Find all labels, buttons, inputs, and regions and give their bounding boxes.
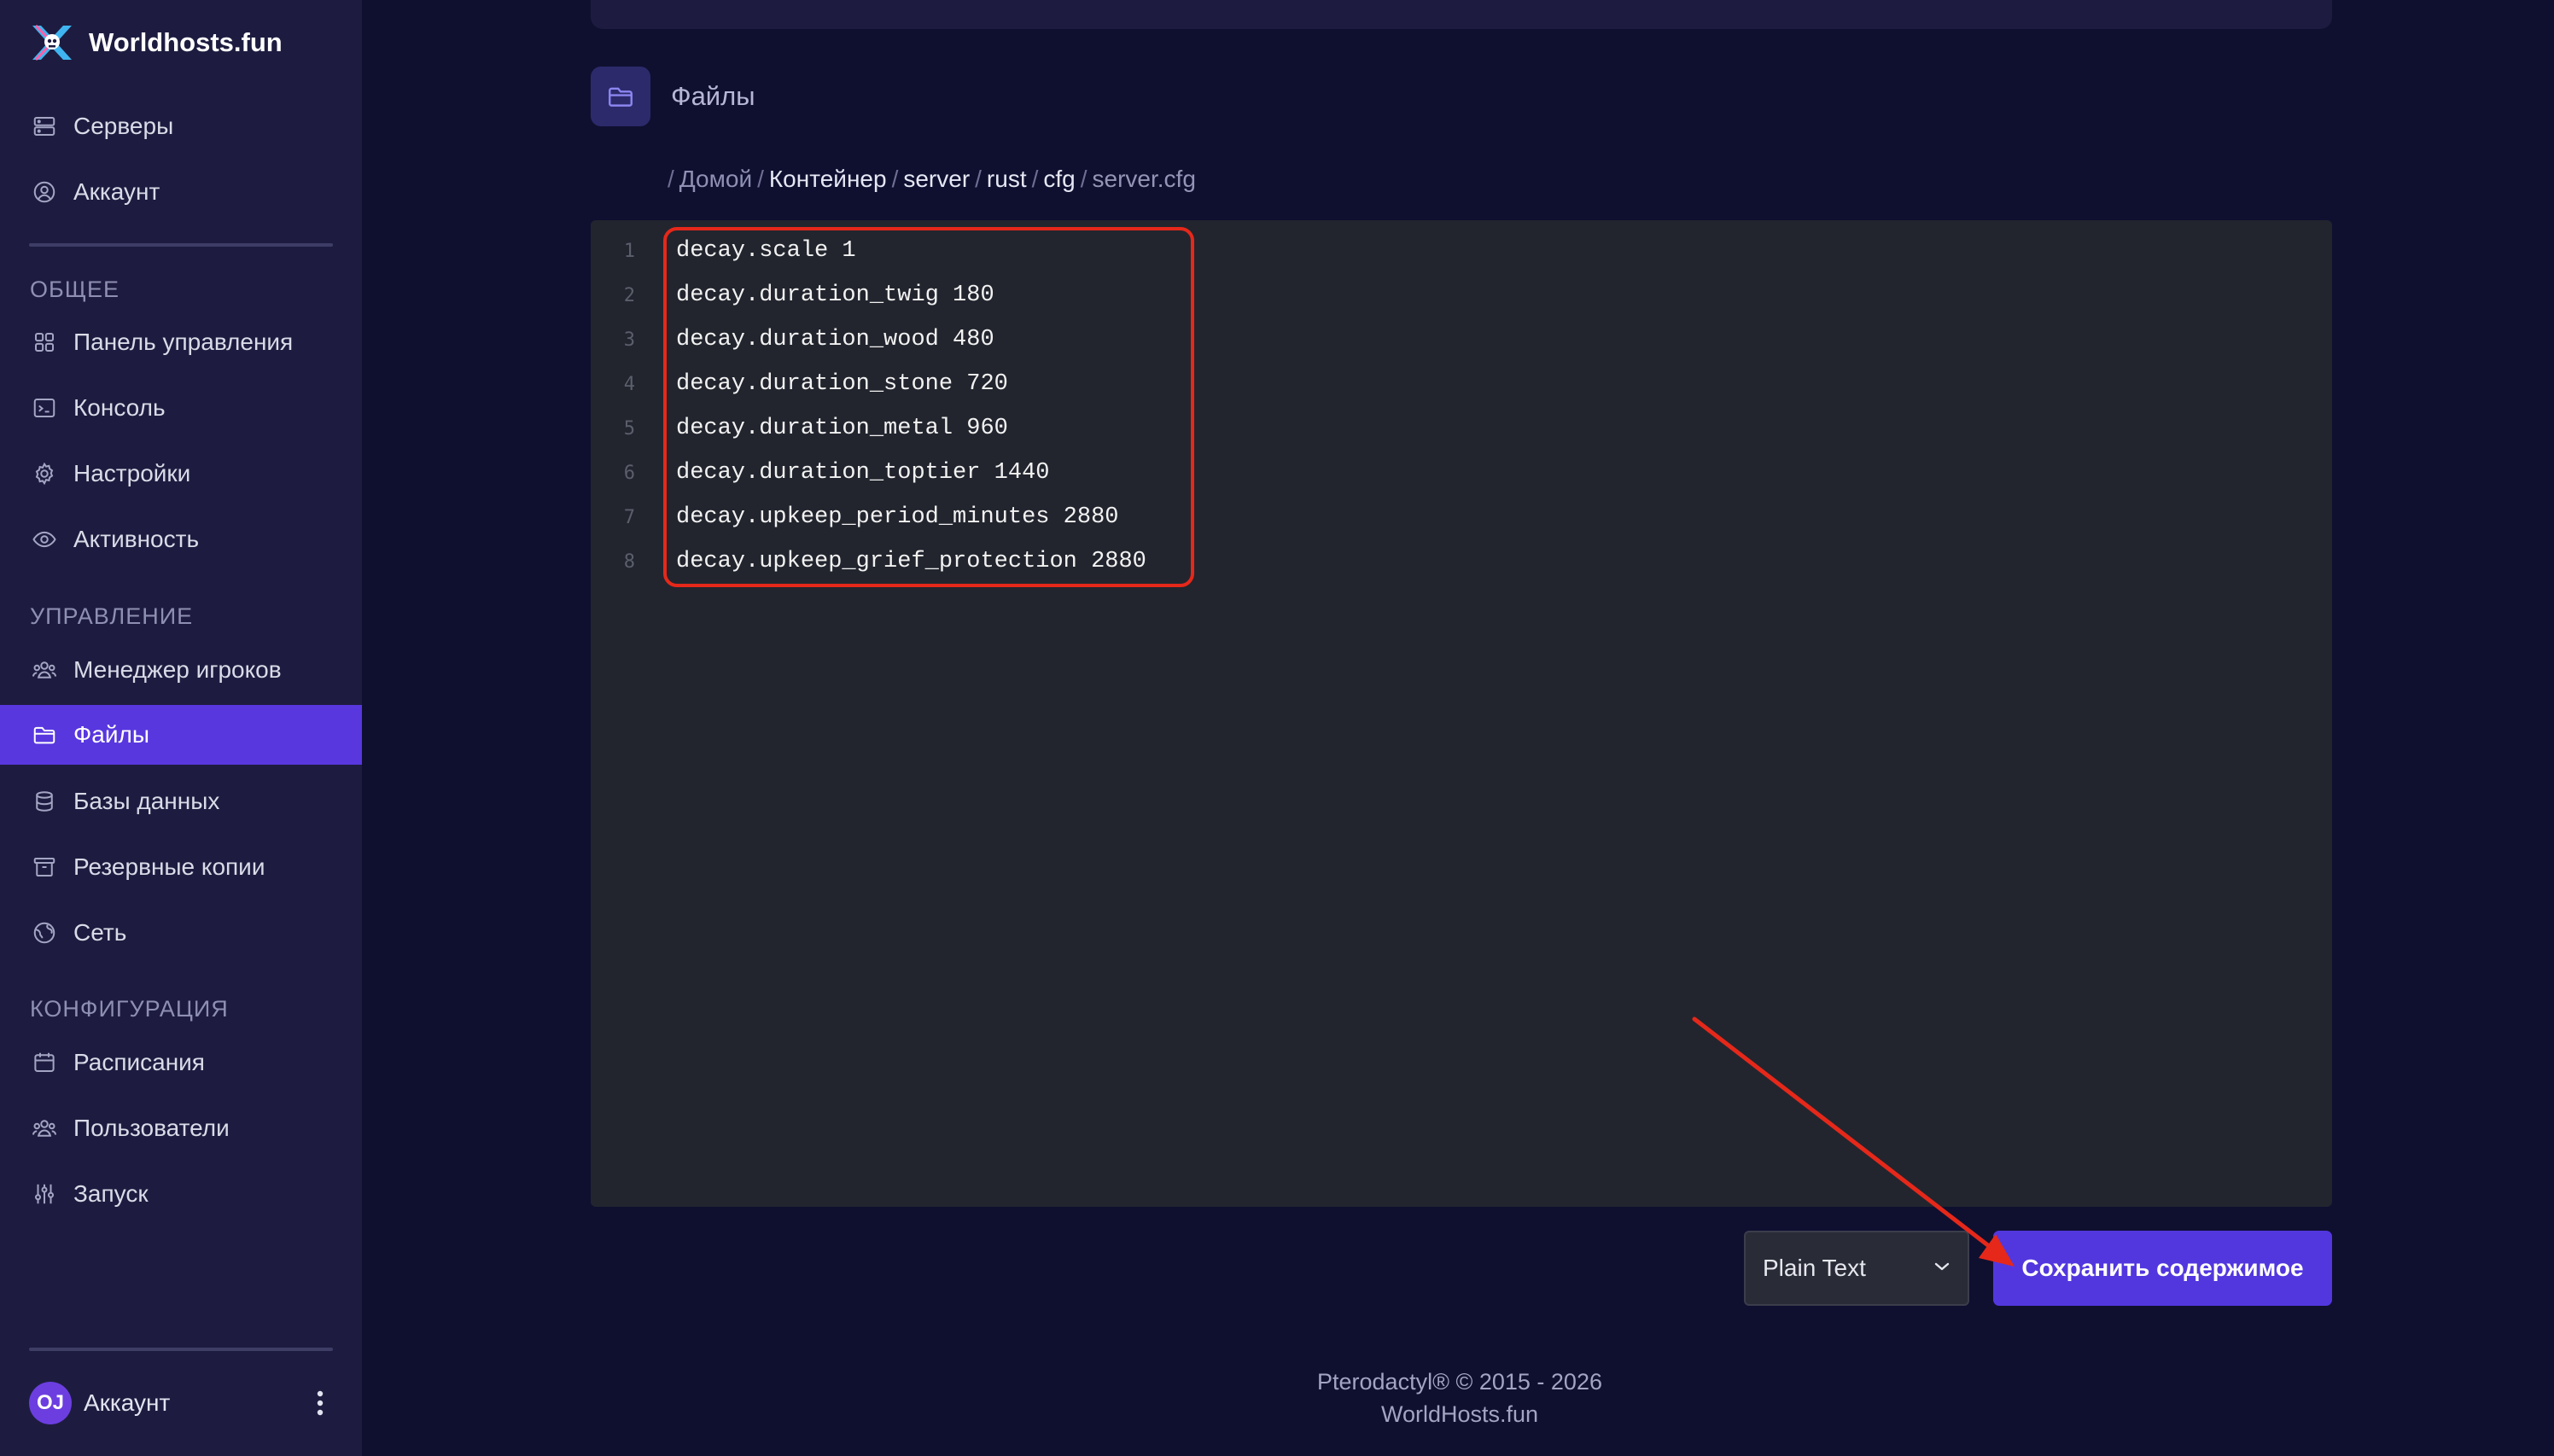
sidebar-item-label: Активность	[73, 526, 200, 552]
section-title-management: УПРАВЛЕНИЕ	[30, 603, 194, 629]
line-number: 1	[623, 240, 635, 262]
breadcrumb-separator: /	[891, 166, 899, 192]
language-select-value: Plain Text	[1763, 1255, 1866, 1281]
sidebar-item-label: Панель управления	[73, 329, 294, 355]
sidebar-item-label: Запуск	[73, 1180, 149, 1207]
line-number: 8	[623, 550, 635, 573]
sidebar-item-console[interactable]: Консоль	[0, 378, 362, 438]
sidebar-item-label: Резервные копии	[73, 853, 265, 880]
brand[interactable]: Worldhosts.fun	[29, 22, 283, 63]
sidebar-item-activity[interactable]: Активность	[0, 510, 362, 569]
section-title-general: ОБЩЕЕ	[30, 277, 120, 302]
kebab-menu-icon[interactable]	[307, 1384, 333, 1422]
breadcrumb-cfg[interactable]: cfg	[1043, 166, 1075, 193]
footer-site: WorldHosts.fun	[1380, 1401, 1539, 1427]
sidebar-item-label: Базы данных	[73, 788, 220, 814]
breadcrumb-separator: /	[1031, 166, 1039, 192]
sidebar-item-label: Консоль	[73, 394, 166, 421]
server-icon	[31, 113, 58, 140]
breadcrumb-separator: /	[975, 166, 982, 192]
dashboard-grid-icon	[31, 329, 58, 356]
breadcrumb-separator: /	[757, 166, 764, 192]
footer-copyright: Pterodactyl® © 2015 - 2026	[1317, 1369, 1602, 1395]
sidebar-item-label: Серверы	[73, 113, 174, 139]
calendar-icon	[31, 1049, 58, 1076]
gear-icon	[31, 460, 58, 487]
language-select[interactable]: Plain Text	[1744, 1231, 1969, 1306]
breadcrumb: / Домой / Контейнер / server / rust / cf…	[662, 162, 1196, 196]
users-icon	[31, 1115, 58, 1142]
breadcrumb-rust[interactable]: rust	[987, 166, 1027, 193]
terminal-icon	[31, 394, 58, 422]
breadcrumb-container[interactable]: Контейнер	[769, 166, 887, 193]
sidebar-item-label: Менеджер игроков	[73, 656, 282, 683]
sidebar-item-label: Расписания	[73, 1049, 205, 1075]
sidebar-item-label: Настройки	[73, 460, 191, 486]
folder-icon	[31, 721, 58, 748]
line-number: 5	[623, 417, 635, 440]
sidebar-item-schedules[interactable]: Расписания	[0, 1033, 362, 1092]
section-title-configuration: КОНФИГУРАЦИЯ	[30, 996, 229, 1022]
line-number: 2	[623, 284, 635, 306]
page-footer: Pterodactyl® © 2015 - 2026 WorldHosts.fu…	[1204, 1366, 1716, 1430]
line-number: 4	[623, 373, 635, 395]
brand-name: Worldhosts.fun	[89, 27, 283, 57]
chevron-down-icon	[1933, 1261, 1950, 1277]
app-root: Worldhosts.fun Серверы Аккаунт ОБЩЕЕ Пан…	[0, 0, 2554, 1456]
sidebar-account[interactable]: OJ Аккаунт	[29, 1379, 333, 1427]
sidebar-item-label: Пользователи	[73, 1115, 230, 1141]
account-name: Аккаунт	[84, 1389, 171, 1416]
sidebar-item-databases[interactable]: Базы данных	[0, 772, 362, 831]
breadcrumb-home[interactable]: Домой	[679, 166, 752, 193]
sidebar-item-users[interactable]: Пользователи	[0, 1098, 362, 1158]
sidebar-item-servers[interactable]: Серверы	[0, 96, 362, 156]
database-icon	[31, 788, 58, 815]
sliders-icon	[31, 1180, 58, 1208]
breadcrumb-separator: /	[668, 166, 674, 192]
save-content-button[interactable]: Сохранить содержимое	[1993, 1231, 2332, 1306]
page-header: Файлы	[591, 67, 755, 126]
sidebar-item-dashboard[interactable]: Панель управления	[0, 312, 362, 372]
sidebar-item-label: Сеть	[73, 919, 127, 946]
worldhosts-logo-icon	[29, 22, 75, 63]
eye-icon	[31, 526, 58, 553]
folder-open-icon	[591, 67, 650, 126]
avatar: OJ	[29, 1382, 72, 1424]
user-circle-icon	[31, 178, 58, 206]
line-number: 7	[623, 506, 635, 528]
breadcrumb-server[interactable]: server	[903, 166, 970, 193]
sidebar-item-settings[interactable]: Настройки	[0, 444, 362, 504]
sidebar-divider	[29, 243, 333, 247]
sidebar-item-files[interactable]: Файлы	[0, 705, 362, 765]
globe-icon	[31, 919, 58, 946]
sidebar: Worldhosts.fun Серверы Аккаунт ОБЩЕЕ Пан…	[0, 0, 362, 1456]
page-title: Файлы	[671, 81, 755, 111]
sidebar-item-account[interactable]: Аккаунт	[0, 162, 362, 222]
sidebar-item-startup[interactable]: Запуск	[0, 1164, 362, 1224]
users-icon	[31, 656, 58, 684]
sidebar-item-network[interactable]: Сеть	[0, 903, 362, 963]
breadcrumb-current-file: server.cfg	[1092, 166, 1196, 192]
sidebar-item-player-manager[interactable]: Менеджер игроков	[0, 640, 362, 700]
previous-card-edge	[591, 0, 2332, 29]
sidebar-divider	[29, 1348, 333, 1351]
annotation-highlight-box	[663, 227, 1194, 587]
archive-icon	[31, 853, 58, 881]
sidebar-item-label: Файлы	[73, 721, 149, 748]
line-number: 6	[623, 462, 635, 484]
sidebar-item-backups[interactable]: Резервные копии	[0, 837, 362, 897]
breadcrumb-separator: /	[1080, 166, 1087, 192]
line-number: 3	[623, 329, 635, 351]
sidebar-item-label: Аккаунт	[73, 178, 160, 205]
